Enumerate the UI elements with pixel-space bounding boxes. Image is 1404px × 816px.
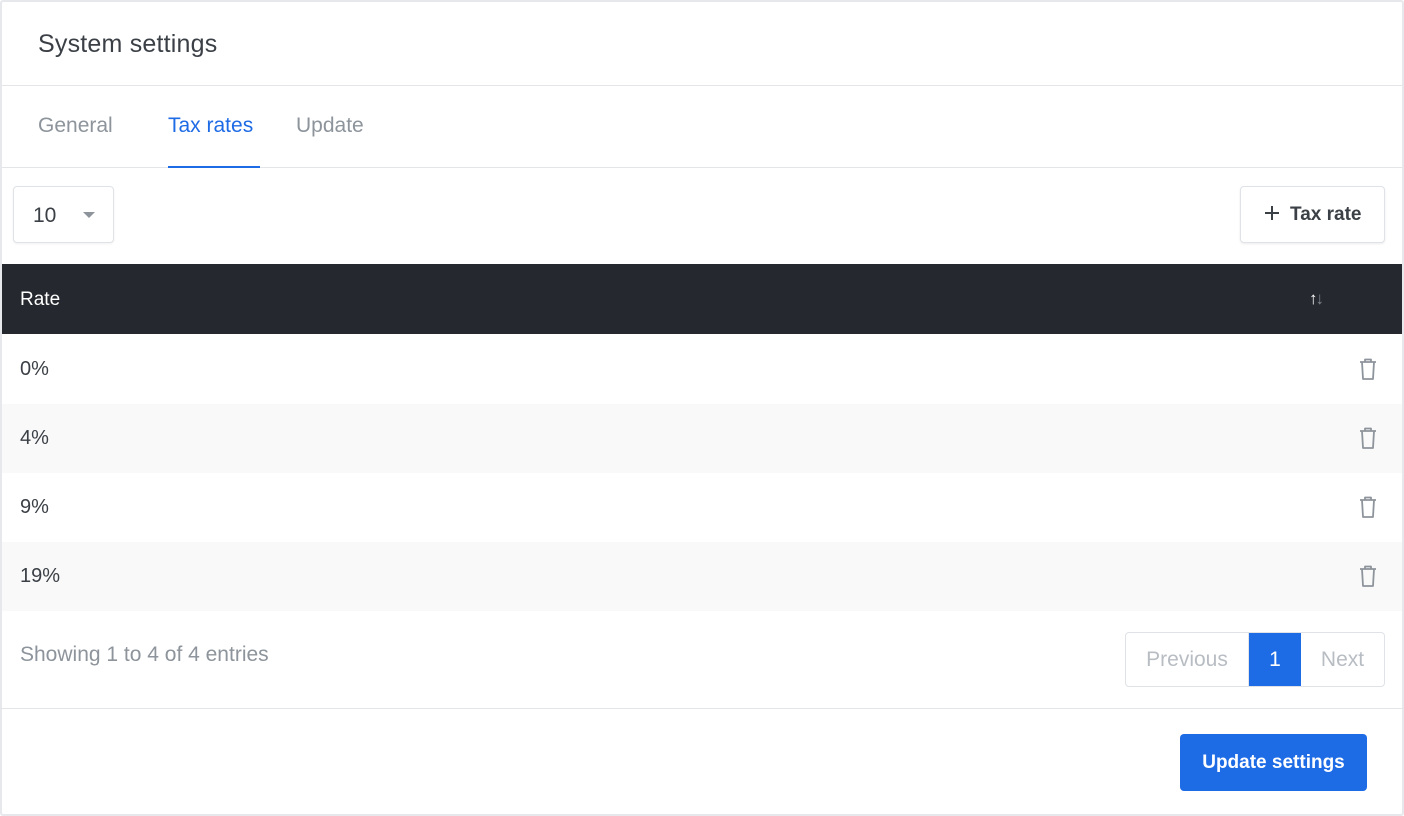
page-button-1[interactable]: 1 — [1249, 633, 1301, 686]
tab-general[interactable]: General — [38, 114, 113, 138]
trash-icon[interactable] — [1358, 426, 1378, 450]
update-settings-button[interactable]: Update settings — [1180, 734, 1367, 791]
add-tax-rate-button[interactable]: Tax rate — [1240, 186, 1385, 243]
next-page-button[interactable]: Next — [1301, 633, 1384, 686]
rate-cell: 4% — [20, 427, 49, 449]
table-header: Rate ↑↓ — [2, 264, 1402, 334]
card-header: System settings — [2, 2, 1402, 86]
tab-bar: General Tax rates Update — [2, 86, 1402, 168]
sort-both-icon[interactable]: ↑↓ — [1309, 289, 1324, 309]
table-row: 9% — [2, 473, 1402, 542]
page-length-select[interactable]: 10 — [13, 186, 114, 243]
tab-tax-rates[interactable]: Tax rates — [168, 114, 253, 138]
page-title: System settings — [38, 30, 218, 58]
table-row: 0% — [2, 335, 1402, 404]
trash-icon[interactable] — [1358, 357, 1378, 381]
rate-cell: 0% — [20, 358, 49, 380]
table-info: Showing 1 to 4 of 4 entries — [20, 643, 269, 666]
trash-icon[interactable] — [1358, 564, 1378, 588]
plus-icon — [1265, 206, 1279, 220]
page-length-value: 10 — [33, 204, 57, 227]
table-row: 19% — [2, 542, 1402, 611]
trash-icon[interactable] — [1358, 495, 1378, 519]
active-tab-indicator — [168, 166, 260, 168]
column-header-rate[interactable]: Rate — [20, 289, 60, 311]
add-tax-rate-label: Tax rate — [1290, 204, 1362, 225]
caret-down-icon — [83, 212, 95, 218]
rate-cell: 9% — [20, 496, 49, 518]
tab-update[interactable]: Update — [296, 114, 364, 138]
previous-page-button[interactable]: Previous — [1126, 633, 1249, 686]
rate-cell: 19% — [20, 565, 61, 587]
table-row: 4% — [2, 404, 1402, 473]
pagination: Previous 1 Next — [1125, 632, 1385, 687]
